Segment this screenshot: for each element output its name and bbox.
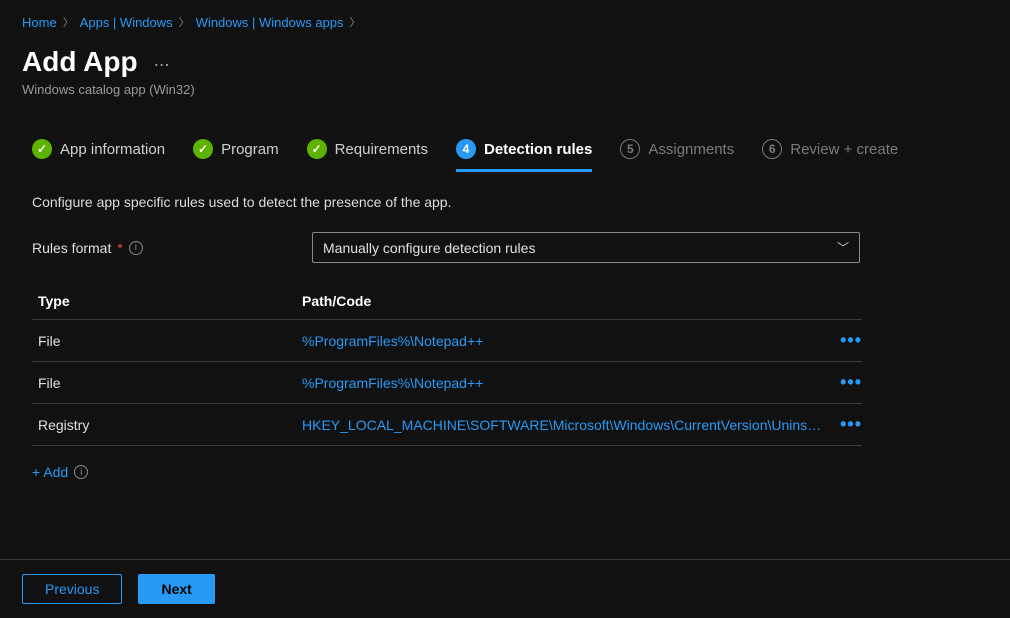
check-icon: ✓: [32, 139, 52, 159]
wizard-footer: Previous Next: [0, 559, 1010, 618]
page-title: Add App: [22, 46, 138, 78]
tab-label: Program: [221, 141, 279, 158]
tab-requirements[interactable]: ✓ Requirements: [307, 139, 428, 172]
cell-path[interactable]: HKEY_LOCAL_MACHINE\SOFTWARE\Microsoft\Wi…: [302, 417, 822, 433]
step-number-icon: 4: [456, 139, 476, 159]
rules-format-label: Rules format * i: [32, 240, 312, 256]
section-description: Configure app specific rules used to det…: [0, 172, 1010, 210]
add-rule-link[interactable]: + Add i: [0, 446, 1010, 480]
tab-label: Assignments: [648, 141, 734, 158]
step-number-icon: 5: [620, 139, 640, 159]
check-icon: ✓: [307, 139, 327, 159]
chevron-right-icon: 〉: [350, 14, 361, 30]
tab-label: App information: [60, 141, 165, 158]
table-row: Registry HKEY_LOCAL_MACHINE\SOFTWARE\Mic…: [32, 404, 862, 446]
tab-assignments[interactable]: 5 Assignments: [620, 139, 734, 172]
add-link-text: + Add: [32, 464, 68, 480]
row-more-icon[interactable]: •••: [840, 372, 862, 392]
col-header-type: Type: [32, 293, 302, 309]
previous-button[interactable]: Previous: [22, 574, 122, 604]
row-more-icon[interactable]: •••: [840, 414, 862, 434]
table-header: Type Path/Code: [32, 283, 862, 320]
chevron-right-icon: 〉: [179, 14, 190, 30]
detection-rules-table: Type Path/Code File %ProgramFiles%\Notep…: [32, 283, 862, 446]
cell-type: Registry: [32, 417, 302, 433]
breadcrumb-windows-apps[interactable]: Windows | Windows apps: [196, 15, 344, 30]
breadcrumb-home[interactable]: Home: [22, 15, 57, 30]
select-value: Manually configure detection rules: [323, 240, 535, 256]
next-button[interactable]: Next: [138, 574, 214, 604]
check-icon: ✓: [193, 139, 213, 159]
chevron-down-icon: ﹀: [837, 239, 849, 256]
info-icon[interactable]: i: [129, 241, 143, 255]
required-asterisk: *: [117, 240, 122, 256]
tab-label: Detection rules: [484, 141, 592, 158]
cell-type: File: [32, 333, 302, 349]
breadcrumb: Home 〉 Apps | Windows 〉 Windows | Window…: [0, 0, 1010, 38]
tab-detection-rules[interactable]: 4 Detection rules: [456, 139, 592, 172]
label-text: Rules format: [32, 240, 111, 256]
tab-app-information[interactable]: ✓ App information: [32, 139, 165, 172]
col-header-path: Path/Code: [302, 293, 822, 309]
tab-review-create[interactable]: 6 Review + create: [762, 139, 898, 172]
tab-label: Review + create: [790, 141, 898, 158]
breadcrumb-apps-windows[interactable]: Apps | Windows: [80, 15, 173, 30]
row-more-icon[interactable]: •••: [840, 330, 862, 350]
cell-path[interactable]: %ProgramFiles%\Notepad++: [302, 375, 822, 391]
table-row: File %ProgramFiles%\Notepad++ •••: [32, 320, 862, 362]
info-icon[interactable]: i: [74, 465, 88, 479]
table-row: File %ProgramFiles%\Notepad++ •••: [32, 362, 862, 404]
more-icon[interactable]: ⋯: [154, 49, 172, 75]
chevron-right-icon: 〉: [63, 14, 74, 30]
cell-path[interactable]: %ProgramFiles%\Notepad++: [302, 333, 822, 349]
wizard-tabs: ✓ App information ✓ Program ✓ Requiremen…: [0, 97, 1010, 172]
tab-label: Requirements: [335, 141, 428, 158]
page-subtitle: Windows catalog app (Win32): [0, 78, 1010, 97]
rules-format-select[interactable]: Manually configure detection rules ﹀: [312, 232, 860, 263]
rules-format-row: Rules format * i Manually configure dete…: [0, 210, 1010, 263]
cell-type: File: [32, 375, 302, 391]
tab-program[interactable]: ✓ Program: [193, 139, 279, 172]
step-number-icon: 6: [762, 139, 782, 159]
